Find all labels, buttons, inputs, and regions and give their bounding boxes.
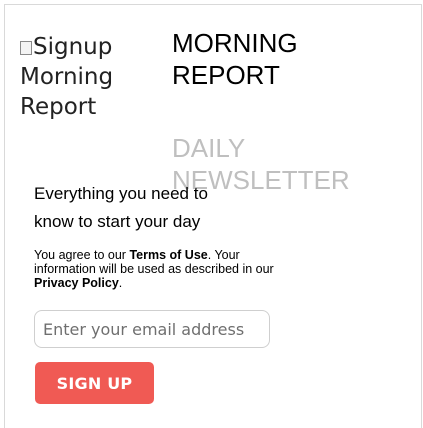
legal-suffix: .	[118, 276, 123, 290]
logo-alt-text: Signup Morning Report	[20, 34, 114, 120]
privacy-policy-link[interactable]: Privacy Policy	[34, 276, 119, 290]
tagline-line-2: know to start your day	[34, 212, 201, 231]
tagline-line-1: Everything you need to	[34, 184, 208, 203]
email-input[interactable]	[34, 310, 270, 348]
title-line-2: REPORT	[172, 60, 280, 90]
sign-up-button[interactable]: SIGN UP	[35, 362, 154, 404]
subtitle-line-1: DAILY	[172, 133, 246, 163]
legal-prefix: You agree to our	[34, 248, 130, 262]
terms-of-use-link[interactable]: Terms of Use	[129, 248, 207, 262]
tagline: Everything you need to know to start you…	[34, 180, 294, 236]
logo-image: Signup Morning Report	[20, 32, 160, 122]
broken-image-icon	[20, 41, 32, 55]
legal-notice: You agree to our Terms of Use. Your info…	[34, 248, 284, 290]
title-line-1: MORNING	[172, 28, 298, 58]
newsletter-title: MORNING REPORT	[172, 27, 412, 91]
